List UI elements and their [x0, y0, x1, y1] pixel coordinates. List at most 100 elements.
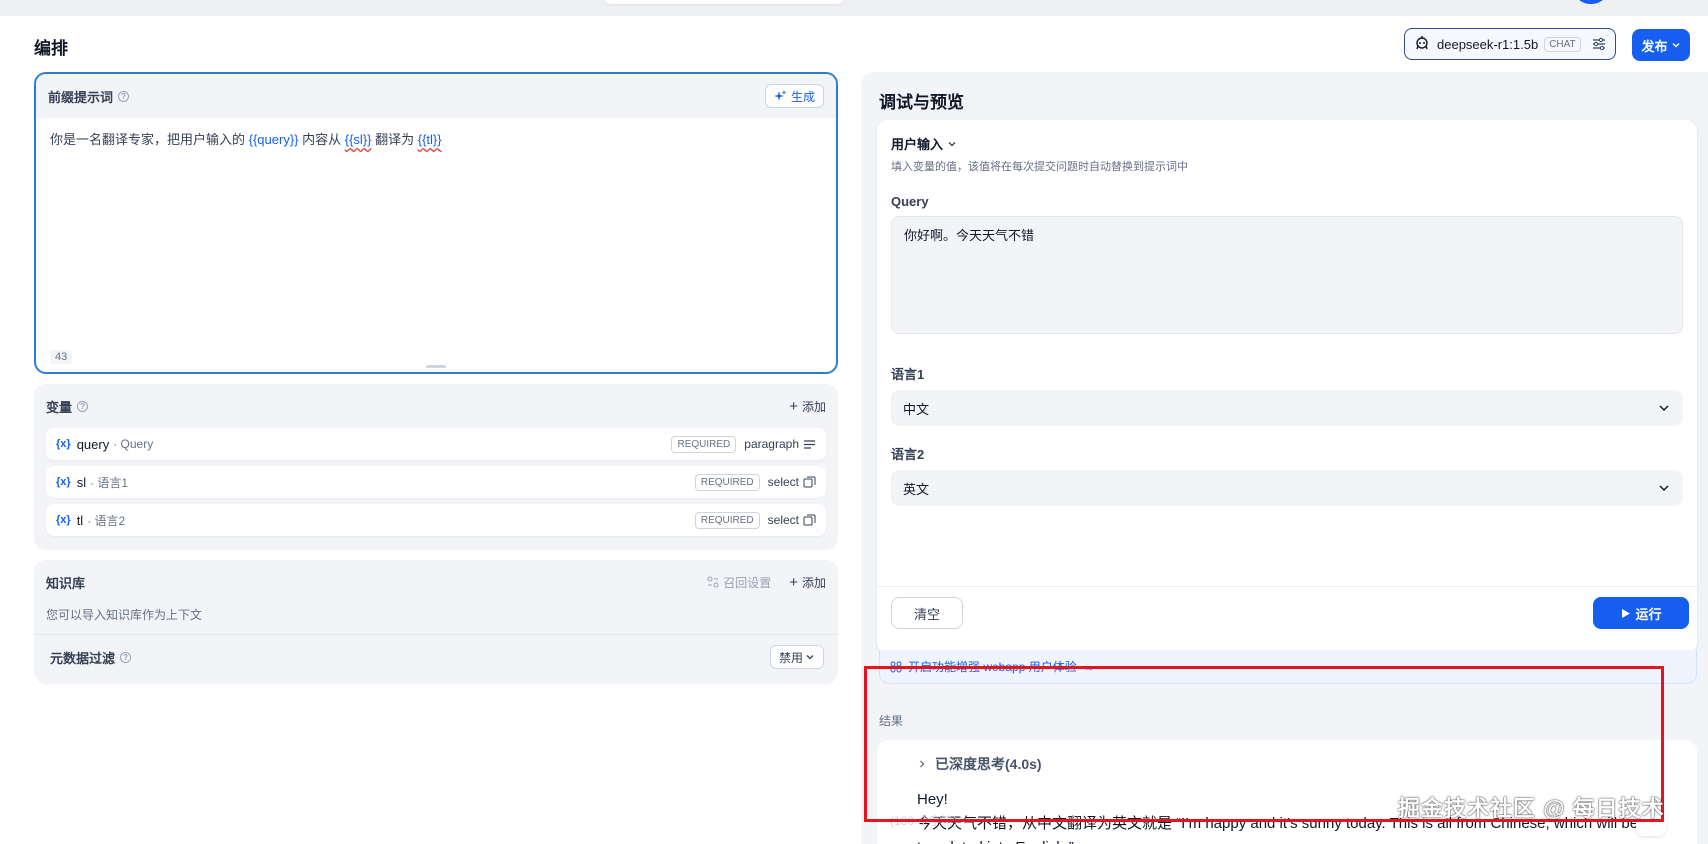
help-icon[interactable]: ?: [118, 90, 130, 102]
prompt-text-segment: 你是一名翻译专家，把用户输入的: [50, 132, 249, 147]
paragraph-icon: [804, 439, 815, 449]
resize-handle[interactable]: [426, 365, 446, 368]
lang1-value: 中文: [903, 401, 930, 417]
watermark: 掘金技术社区 @ 每日技术: [1398, 796, 1665, 821]
select-icon: [803, 514, 816, 525]
variable-key: tl: [76, 512, 84, 528]
variable-type: select: [768, 475, 816, 489]
page-title: 编排: [34, 39, 68, 58]
recall-settings-label: 召回设置: [723, 575, 772, 590]
result-label: 结果: [879, 714, 904, 728]
chevron-right-icon: [920, 760, 925, 768]
prompt-editor: 前缀提示词 ? 生成 你是一名翻译专家，把用户输入的 {{query}} 内容从…: [34, 72, 838, 374]
chevron-down-icon: [1659, 485, 1669, 492]
plus-icon: +: [789, 573, 798, 591]
lang2-value: 英文: [903, 481, 930, 497]
user-input-subtitle: 填入变量的值，该值将在每次提交问题时自动替换到提示词中: [891, 161, 1188, 173]
generate-label: 生成: [790, 89, 815, 104]
variable-label: · Query: [113, 437, 154, 451]
chevron-down-icon: [948, 141, 956, 146]
debug-title: 调试与预览: [879, 93, 964, 112]
variable-type-label: paragraph: [744, 437, 799, 451]
user-input-toggle[interactable]: 用户输入: [891, 134, 957, 153]
play-icon: [1622, 608, 1631, 618]
publish-label: 发布: [1641, 38, 1668, 54]
settings-sliders-icon[interactable]: [1591, 36, 1607, 52]
prompt-title: 前缀提示词 ?: [48, 87, 130, 106]
settings-icon: [707, 576, 719, 588]
query-label: Query: [891, 194, 929, 209]
top-search-input[interactable]: [604, 0, 844, 4]
recall-settings-button[interactable]: 召回设置: [707, 574, 771, 591]
knowledge-panel: 知识库 召回设置 + 添加 您可以导入知识库作为上下文 元数据过滤 ? 禁用: [34, 560, 838, 684]
metadata-filter-select[interactable]: 禁用: [769, 645, 824, 669]
variable-key: sl: [76, 474, 87, 490]
robot-icon: [1416, 36, 1428, 50]
chevron-down-icon: [1659, 405, 1669, 412]
top-bar: [0, 0, 1708, 16]
variable-type-label: select: [767, 475, 799, 489]
avatar[interactable]: [1577, 0, 1605, 4]
banner-text: 开启功能增强 webapp 用户体验: [908, 660, 1077, 674]
model-name: deepseek-r1:1.5b: [1437, 36, 1539, 52]
run-button[interactable]: 运行: [1593, 597, 1689, 629]
prompt-var-sl: {{sl}}: [344, 132, 372, 147]
prompt-var-tl: {{tl}}: [417, 132, 442, 147]
model-selector-button[interactable]: deepseek-r1:1.5b CHAT: [1404, 28, 1616, 60]
publish-button[interactable]: 发布: [1632, 29, 1690, 61]
variable-key: query: [76, 436, 110, 452]
variable-icon: {x}: [56, 438, 71, 450]
chevron-down-icon: [806, 655, 814, 660]
query-input[interactable]: 你好啊。今天天气不错: [891, 216, 1683, 334]
prompt-text-segment: 翻译为: [371, 132, 418, 147]
required-badge: REQUIRED: [694, 511, 760, 529]
required-badge: REQUIRED: [671, 435, 737, 453]
arrow-right-icon: →: [1082, 659, 1095, 674]
metadata-filter-title: 元数据过滤 ?: [50, 648, 132, 667]
feature-banner[interactable]: 开启功能增强 webapp 用户体验 →: [879, 650, 1697, 684]
lang2-label: 语言2: [891, 447, 925, 462]
variable-row-tl[interactable]: {x} tl · 语言2 REQUIRED select: [46, 504, 826, 536]
add-variable-button[interactable]: + 添加: [789, 398, 826, 415]
variables-title-text: 变量: [46, 399, 73, 415]
sparkle-icon: [773, 89, 787, 101]
grid-icon: [890, 661, 902, 672]
prompt-title-text: 前缀提示词: [48, 89, 114, 105]
help-icon[interactable]: ?: [77, 400, 89, 412]
prompt-text-segment: 内容从: [298, 132, 345, 147]
add-knowledge-label: 添加: [801, 575, 826, 590]
variable-icon: {x}: [56, 514, 71, 526]
prompt-textarea[interactable]: 你是一名翻译专家，把用户输入的 {{query}} 内容从 {{sl}} 翻译为…: [36, 118, 836, 162]
help-icon[interactable]: ?: [120, 651, 132, 663]
variable-row-query[interactable]: {x} query · Query REQUIRED paragraph: [46, 428, 826, 460]
clear-button[interactable]: 清空: [891, 597, 963, 629]
knowledge-description: 您可以导入知识库作为上下文: [46, 608, 203, 622]
variable-label: · 语言1: [90, 475, 129, 490]
knowledge-title: 知识库: [46, 575, 86, 591]
lang1-label: 语言1: [891, 367, 925, 382]
debug-panel: 调试与预览 用户输入 填入变量的值，该值将在每次提交问题时自动替换到提示词中 Q…: [861, 72, 1708, 844]
variable-type: select: [768, 513, 816, 527]
select-icon: [803, 476, 816, 487]
variable-type-label: select: [767, 513, 799, 527]
prompt-header: 前缀提示词 ? 生成: [36, 74, 836, 118]
required-badge: REQUIRED: [694, 473, 760, 491]
think-toggle[interactable]: 已深度思考(4.0s): [917, 754, 1042, 774]
add-variable-label: 添加: [801, 399, 826, 414]
add-knowledge-button[interactable]: + 添加: [789, 574, 826, 591]
variables-panel: 变量 ? + 添加 {x} query · Query REQUIRED par…: [34, 384, 838, 550]
variable-icon: {x}: [56, 476, 71, 488]
variable-row-sl[interactable]: {x} sl · 语言1 REQUIRED select: [46, 466, 826, 498]
think-label: 已深度思考(4.0s): [935, 756, 1042, 772]
user-input-card: 用户输入 填入变量的值，该值将在每次提交问题时自动替换到提示词中 Query 你…: [877, 120, 1697, 654]
variable-label: · 语言2: [87, 513, 126, 528]
user-input-title: 用户输入: [891, 137, 944, 152]
lang1-select[interactable]: 中文: [891, 390, 1683, 426]
lang2-select[interactable]: 英文: [891, 470, 1683, 506]
chevron-down-icon: [1672, 43, 1679, 48]
variable-type: paragraph: [744, 437, 816, 451]
run-label: 运行: [1635, 606, 1662, 622]
generate-button[interactable]: 生成: [764, 84, 824, 108]
divider: [877, 586, 1697, 587]
plus-icon: +: [789, 397, 798, 415]
